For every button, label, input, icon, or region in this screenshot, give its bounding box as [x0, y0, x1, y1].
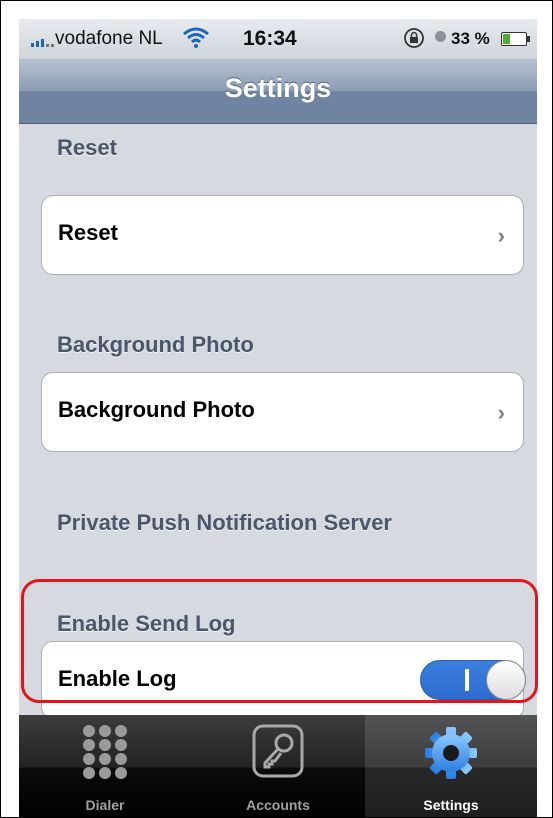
- reset-cell-label: Reset: [58, 220, 118, 245]
- reset-cell[interactable]: Reset ›: [41, 195, 524, 275]
- tab-accounts-label: Accounts: [246, 797, 310, 813]
- section-header-background-photo: Background Photo: [57, 332, 254, 357]
- background-photo-cell-label: Background Photo: [58, 397, 255, 422]
- wifi-icon: [183, 27, 209, 48]
- enable-log-cell: Enable Log: [41, 641, 526, 719]
- tab-dialer-label: Dialer: [85, 797, 125, 813]
- battery-level-fill: [503, 34, 510, 44]
- battery-icon: [501, 32, 530, 46]
- status-bar: vodafone NL 16:34 33 %: [19, 19, 537, 59]
- alarm-icon: [435, 31, 446, 42]
- phone-screen: vodafone NL 16:34 33 % Settings Reset Re…: [19, 19, 537, 817]
- rotation-lock-icon: [404, 28, 424, 48]
- toggle-knob[interactable]: [486, 660, 526, 700]
- keypad-icon: [83, 725, 127, 779]
- clock-time: 16:34: [243, 27, 297, 50]
- gear-icon: [425, 727, 477, 779]
- chevron-right-icon: ›: [497, 223, 505, 248]
- chevron-right-icon: ›: [497, 400, 505, 425]
- signal-icon: [31, 39, 54, 47]
- enable-log-label: Enable Log: [58, 666, 177, 691]
- toggle-on-indicator: [465, 669, 469, 691]
- background-photo-cell[interactable]: Background Photo ›: [41, 372, 524, 452]
- tab-settings[interactable]: Settings: [365, 715, 537, 817]
- tab-bar: Dialer Accounts Settings: [19, 715, 537, 817]
- key-icon: [252, 724, 304, 778]
- page-title: Settings: [224, 73, 332, 103]
- tab-dialer[interactable]: Dialer: [19, 715, 191, 817]
- section-header-enable-send-log: Enable Send Log: [57, 611, 236, 636]
- battery-percent: 33 %: [451, 29, 490, 48]
- screenshot-frame: vodafone NL 16:34 33 % Settings Reset Re…: [0, 0, 553, 818]
- tab-accounts[interactable]: Accounts: [192, 715, 364, 817]
- carrier-name: vodafone NL: [55, 28, 163, 49]
- tab-settings-label: Settings: [423, 797, 479, 813]
- navigation-bar: Settings: [19, 59, 537, 124]
- section-header-private-push: Private Push Notification Server: [57, 510, 392, 535]
- enable-log-toggle[interactable]: [420, 660, 526, 700]
- section-header-reset: Reset: [57, 135, 117, 160]
